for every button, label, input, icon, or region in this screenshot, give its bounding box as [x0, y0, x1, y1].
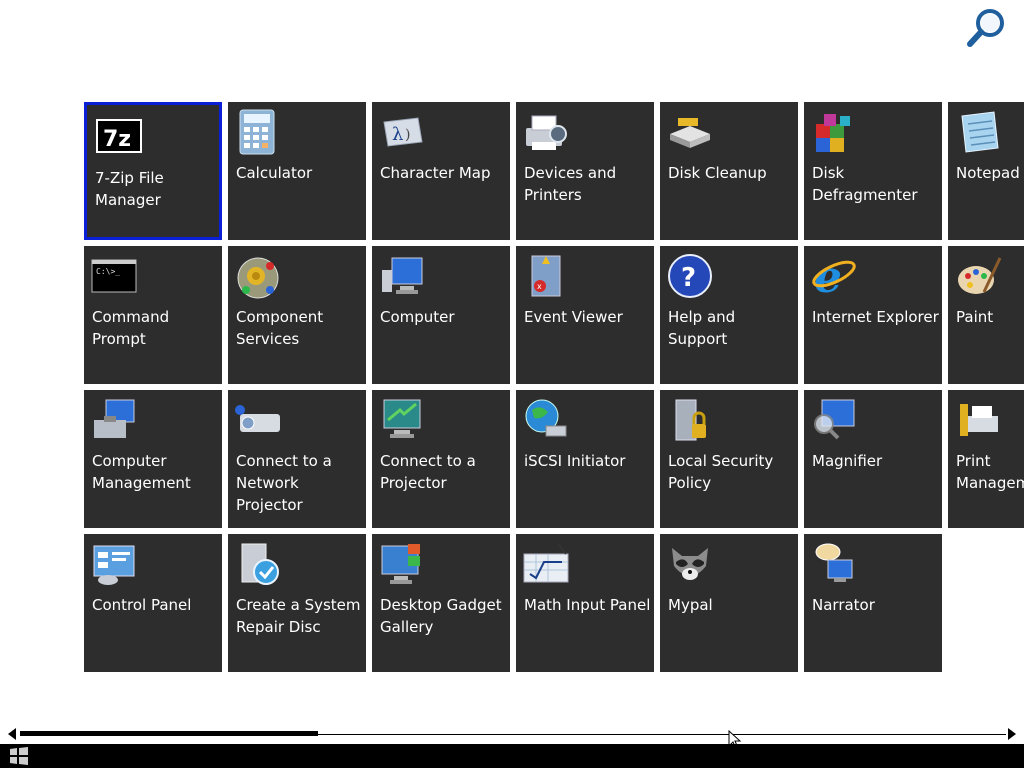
apps-grid: 7z 7-Zip File Manager Calculator λ) Char… [84, 102, 1024, 672]
horizontal-scrollbar[interactable] [8, 724, 1016, 742]
svg-text:7z: 7z [103, 127, 131, 152]
narrator-icon [810, 540, 858, 588]
component-services-icon [234, 252, 282, 300]
print-management-icon [954, 396, 1002, 444]
devices-printers-icon [522, 108, 570, 156]
tile-math-input-panel[interactable]: Math Input Panel [516, 534, 654, 672]
scroll-left-arrow-icon[interactable] [8, 728, 16, 740]
tile-computer[interactable]: Computer [372, 246, 510, 384]
disk-defragmenter-icon [810, 108, 858, 156]
start-button[interactable] [6, 745, 32, 767]
tile-label: Notepad [956, 164, 1020, 182]
tile-mypal[interactable]: Mypal [660, 534, 798, 672]
scroll-thumb[interactable] [20, 731, 318, 736]
scroll-right-arrow-icon[interactable] [1008, 728, 1016, 740]
search-button[interactable] [962, 4, 1012, 50]
math-input-icon [522, 540, 570, 588]
tile-label: Narrator [812, 596, 875, 614]
notepad-icon [954, 108, 1002, 156]
command-prompt-icon: C:\>_ [90, 252, 138, 300]
tile-disk-defragmenter[interactable]: Disk Defragmenter [804, 102, 942, 240]
paint-icon [954, 252, 1002, 300]
tile-calculator[interactable]: Calculator [228, 102, 366, 240]
tile-character-map[interactable]: λ) Character Map [372, 102, 510, 240]
tile-disk-cleanup[interactable]: Disk Cleanup [660, 102, 798, 240]
tile-paint[interactable]: Paint [948, 246, 1024, 384]
tile-narrator[interactable]: Narrator [804, 534, 942, 672]
windows-start-icon [10, 747, 28, 765]
repair-disc-icon [234, 540, 282, 588]
svg-text:?: ? [681, 263, 696, 293]
taskbar [0, 744, 1024, 768]
tile-local-security-policy[interactable]: Local Security Policy [660, 390, 798, 528]
svg-text:): ) [405, 127, 410, 143]
internet-explorer-icon: e [810, 252, 858, 303]
tile-command-prompt[interactable]: C:\>_ Command Prompt [84, 246, 222, 384]
tile-desktop-gadget-gallery[interactable]: Desktop Gadget Gallery [372, 534, 510, 672]
gadget-gallery-icon [378, 540, 426, 588]
magnifier-icon [810, 396, 858, 444]
computer-icon [378, 252, 426, 300]
tile-connect-to-a-network-projector[interactable]: Connect to a Network Projector [228, 390, 366, 528]
computer-management-icon [90, 396, 138, 444]
character-map-icon: λ) [378, 108, 426, 156]
tile-create-a-system-repair-disc[interactable]: Create a System Repair Disc [228, 534, 366, 672]
tile-label: Paint [956, 308, 994, 326]
tile-label: Print Managem [956, 452, 1024, 492]
tile-event-viewer[interactable]: x Event Viewer [516, 246, 654, 384]
search-icon [967, 9, 1004, 47]
tile-internet-explorer[interactable]: e Internet Explorer [804, 246, 942, 384]
disk-cleanup-icon [666, 108, 714, 156]
tile-iscsi-initiator[interactable]: iSCSI Initiator [516, 390, 654, 528]
network-projector-icon [234, 396, 282, 444]
tile-magnifier[interactable]: Magnifier [804, 390, 942, 528]
svg-text:λ: λ [392, 124, 403, 145]
local-security-policy-icon [666, 396, 714, 444]
tile-devices-and-printers[interactable]: Devices and Printers [516, 102, 654, 240]
tile-connect-to-a-projector[interactable]: Connect to a Projector [372, 390, 510, 528]
tile-notepad[interactable]: Notepad [948, 102, 1024, 240]
control-panel-icon [90, 540, 138, 588]
tile-help-and-support[interactable]: ? Help and Support [660, 246, 798, 384]
tile-computer-management[interactable]: Computer Management [84, 390, 222, 528]
svg-text:C:\>_: C:\>_ [96, 267, 120, 276]
svg-text:x: x [537, 282, 542, 291]
tile-7zip-file-manager[interactable]: 7z 7-Zip File Manager [84, 102, 222, 240]
event-viewer-icon: x [522, 252, 570, 300]
iscsi-initiator-icon [522, 396, 570, 444]
tile-component-services[interactable]: Component Services [228, 246, 366, 384]
calculator-icon [234, 108, 282, 156]
mypal-icon [666, 540, 714, 588]
help-support-icon: ? [666, 252, 714, 300]
7zip-icon: 7z [95, 118, 143, 166]
projector-icon [378, 396, 426, 444]
tile-control-panel[interactable]: Control Panel [84, 534, 222, 672]
tile-print-management[interactable]: Print Managem [948, 390, 1024, 528]
